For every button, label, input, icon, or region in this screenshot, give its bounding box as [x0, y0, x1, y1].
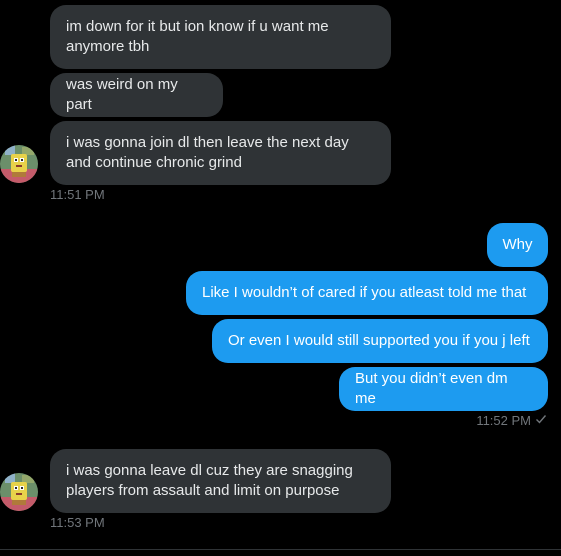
message-text: i was gonna leave dl cuz they are snaggi… [66, 462, 353, 499]
incoming-message[interactable]: i was gonna join dl then leave the next … [50, 121, 391, 185]
avatar[interactable] [0, 145, 38, 183]
checkmark-icon [535, 413, 547, 429]
message-text: Or even I would still supported you if y… [228, 332, 530, 349]
message-text: Why [502, 236, 533, 253]
message-timestamp: 11:53 PM [50, 515, 105, 530]
outgoing-message[interactable]: Or even I would still supported you if y… [212, 319, 548, 363]
message-text: But you didn’t even dm me [355, 370, 508, 407]
message-text: Like I wouldn’t of cared if you atleast … [202, 284, 527, 301]
message-text: was weird on my part [66, 76, 178, 113]
outgoing-message[interactable]: Why [487, 223, 548, 267]
outgoing-message[interactable]: But you didn’t even dm me [339, 367, 548, 411]
divider [0, 549, 561, 550]
message-text: i was gonna join dl then leave the next … [66, 134, 349, 171]
avatar[interactable] [0, 473, 38, 511]
message-timestamp: 11:51 PM [50, 187, 105, 202]
incoming-message[interactable]: i was gonna leave dl cuz they are snaggi… [50, 449, 391, 513]
avatar-image [0, 473, 38, 511]
avatar-image [0, 145, 38, 183]
incoming-message[interactable]: im down for it but ion know if u want me… [50, 5, 391, 69]
message-status: 11:52 PM [476, 413, 547, 429]
message-text: im down for it but ion know if u want me… [66, 18, 329, 55]
incoming-message[interactable]: was weird on my part [50, 73, 223, 117]
message-timestamp: 11:52 PM [476, 413, 531, 428]
outgoing-message[interactable]: Like I wouldn’t of cared if you atleast … [186, 271, 548, 315]
